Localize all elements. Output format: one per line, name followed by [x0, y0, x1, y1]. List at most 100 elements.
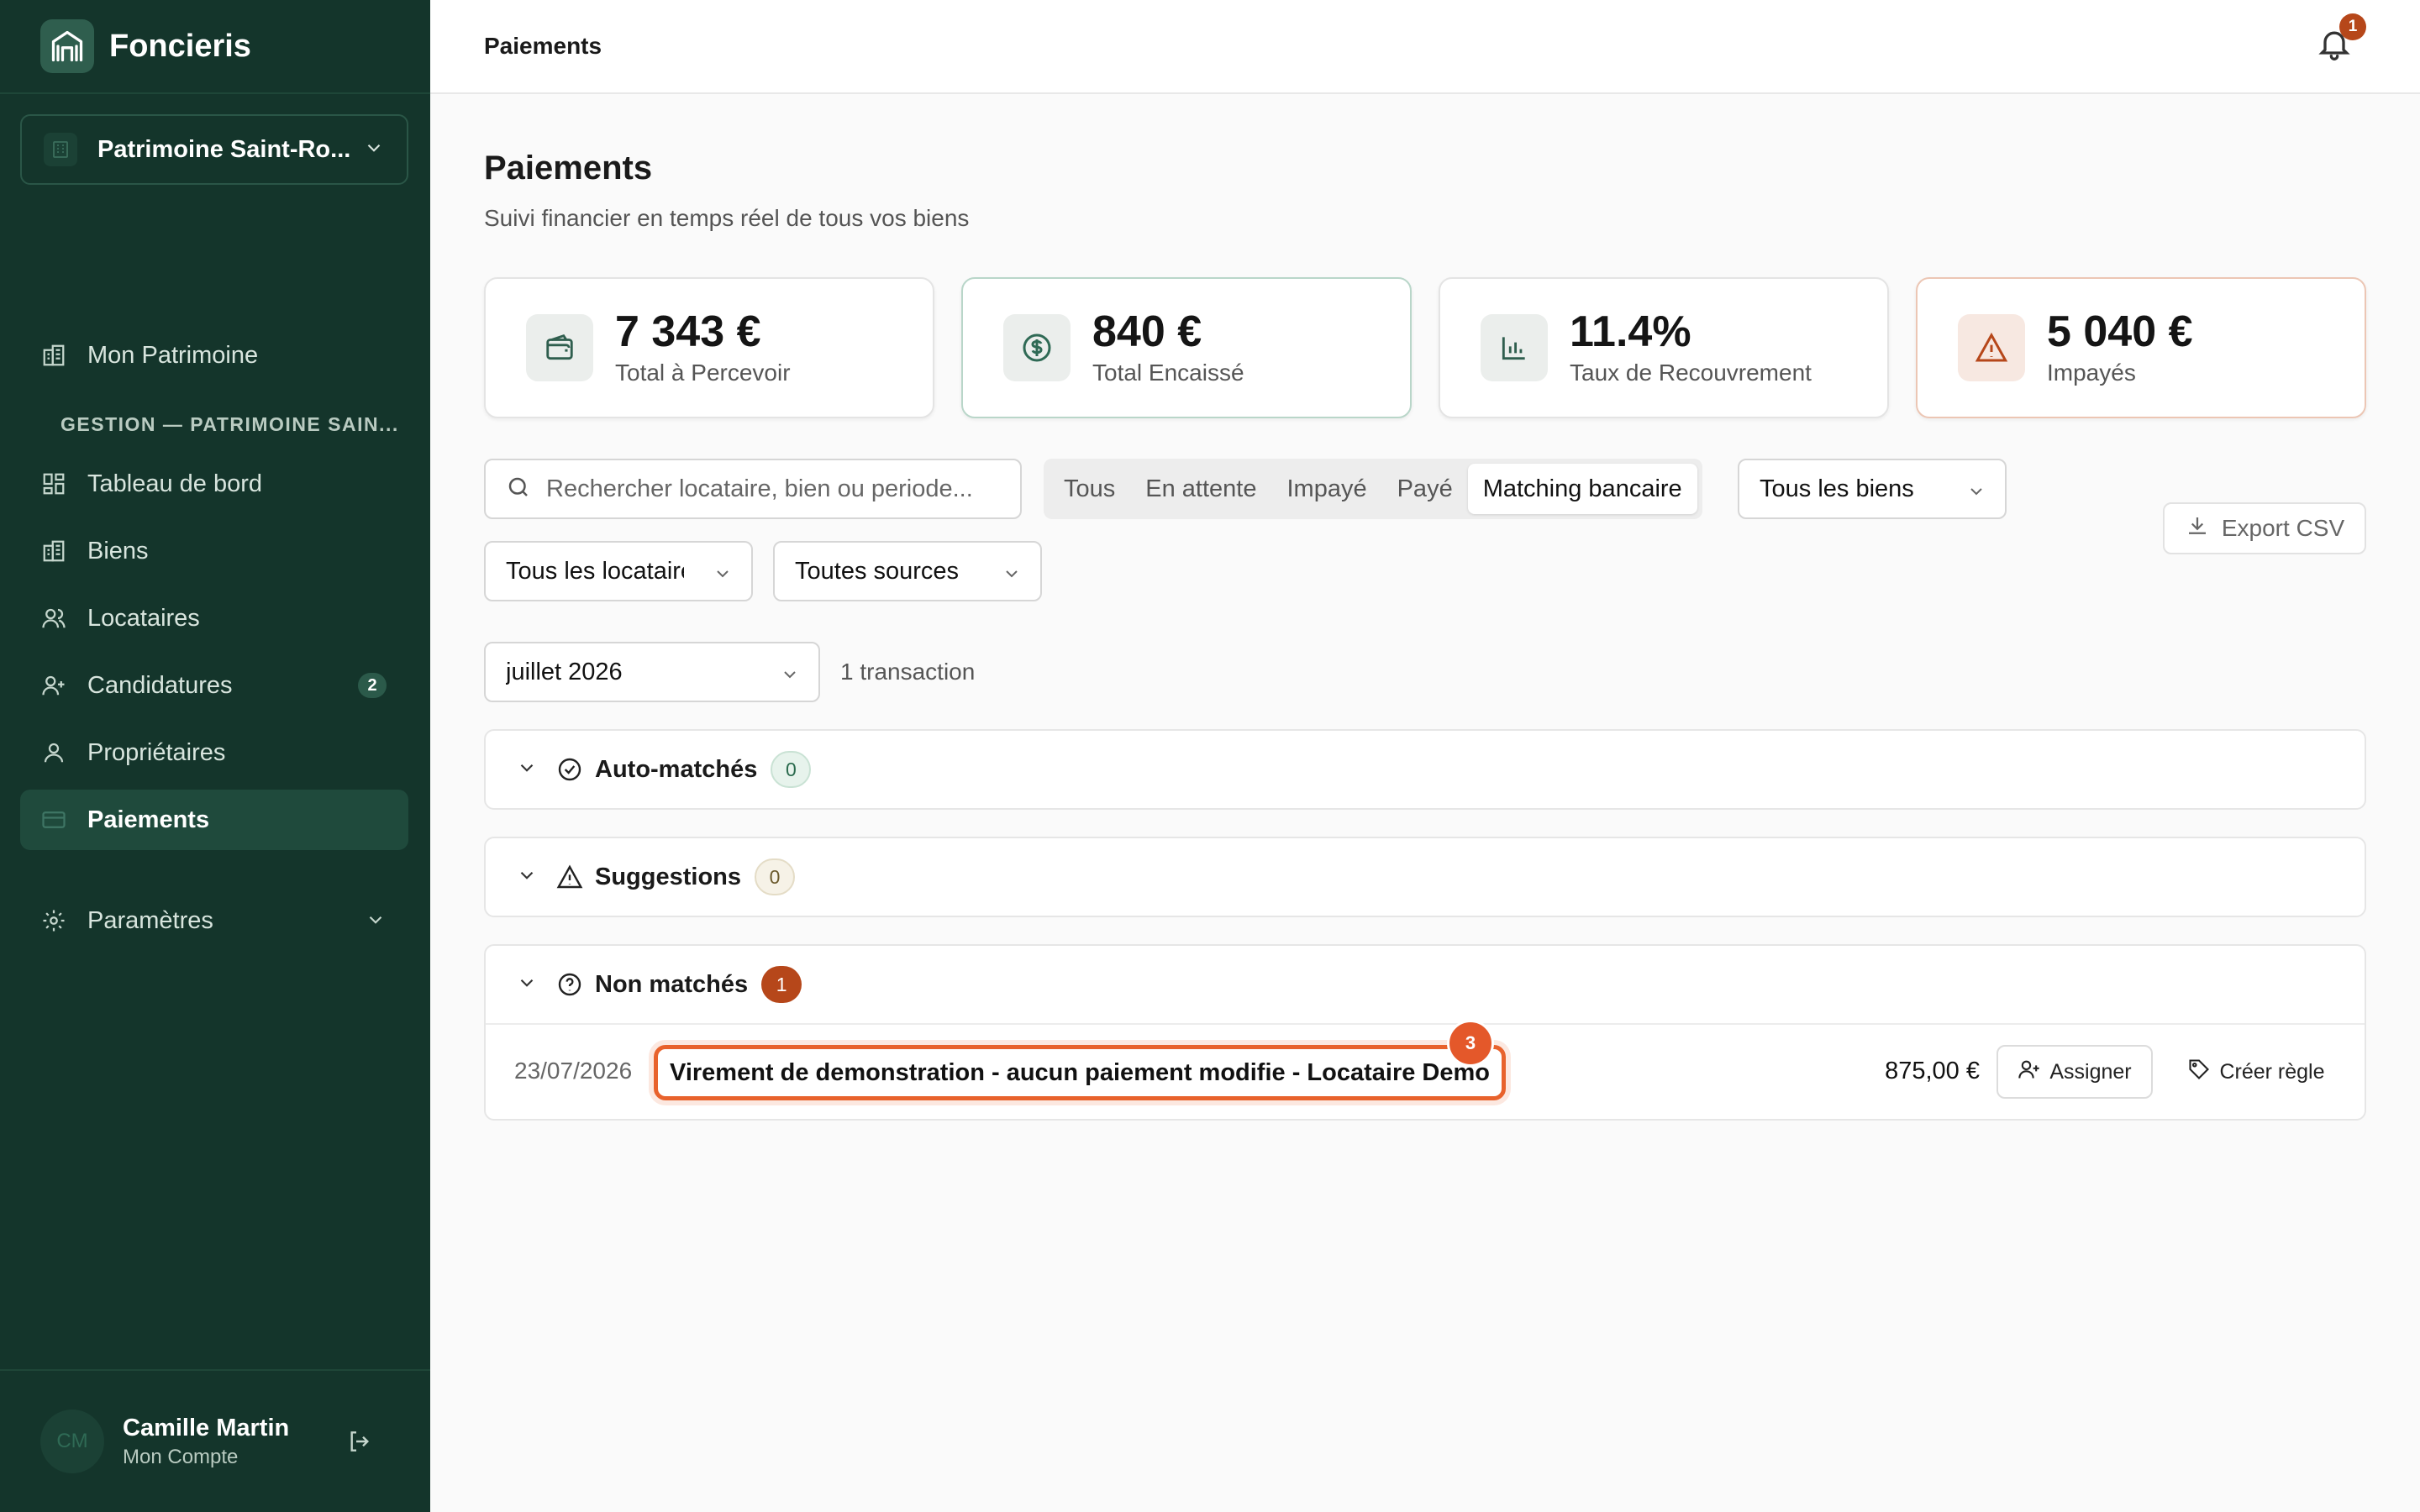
user-plus-icon	[2018, 1058, 2041, 1087]
transaction-date: 23/07/2026	[514, 1058, 633, 1084]
sidebar-item-label: Biens	[87, 537, 149, 564]
chevron-down-icon	[1966, 480, 1986, 508]
tag-icon	[2187, 1058, 2211, 1087]
users-icon	[40, 605, 67, 632]
user-plus-icon	[40, 672, 67, 699]
sidebar-item-mon-patrimoine[interactable]: Mon Patrimoine	[20, 325, 408, 386]
bar-chart-icon	[1481, 314, 1548, 381]
table-row: 23/07/2026 Virement de demonstration - a…	[486, 1020, 2365, 1117]
biens-filter-value: Tous les biens	[1760, 475, 1914, 502]
nav-section-heading: GESTION — PATRIMOINE SAIN...	[60, 413, 399, 435]
create-rule-button[interactable]: Créer règle	[2176, 1045, 2336, 1099]
assign-button[interactable]: Assigner	[1996, 1045, 2153, 1099]
building-logo-icon	[40, 19, 94, 73]
group-suggestions: Suggestions 0	[484, 837, 2366, 917]
logout-icon[interactable]	[343, 1425, 376, 1458]
notification-count-badge: 1	[2339, 13, 2366, 40]
group-count-badge: 0	[755, 858, 796, 895]
sidebar-item-paiements[interactable]: Paiements	[20, 790, 408, 850]
dollar-circle-icon	[1003, 314, 1071, 381]
kpi-value: 840 €	[1092, 307, 1202, 356]
sidebar-item-proprietaires[interactable]: Propriétaires	[20, 722, 408, 783]
brand-name: Foncieris	[109, 28, 251, 64]
group-count-badge: 0	[771, 751, 812, 788]
month-value: juillet 2026	[506, 658, 623, 685]
warning-icon	[1958, 314, 2025, 381]
brand[interactable]: Foncieris	[0, 0, 430, 94]
organization-selector[interactable]: Patrimoine Saint-Ro...	[20, 114, 408, 185]
sidebar-item-parametres[interactable]: Paramètres	[20, 890, 408, 951]
gear-icon	[40, 907, 67, 934]
tab-paye[interactable]: Payé	[1382, 464, 1468, 514]
biens-filter-select[interactable]: Tous les biens	[1738, 459, 2007, 519]
locataires-filter-value: Tous les locataires	[506, 557, 684, 585]
notifications-button[interactable]: 1	[2316, 13, 2366, 67]
wallet-icon	[526, 314, 593, 381]
topbar: Paiements 1	[430, 0, 2420, 94]
user-name: Camille Martin	[123, 1414, 290, 1441]
chevron-down-icon	[516, 972, 538, 998]
transaction-count: 1 transaction	[840, 659, 976, 685]
chevron-down-icon	[516, 864, 538, 890]
user-profile: CM Camille Martin Mon Compte	[0, 1369, 430, 1512]
tab-impaye[interactable]: Impayé	[1271, 464, 1381, 514]
app-root: Foncieris Patrimoine Saint-Ro... Mon Pat…	[0, 0, 2420, 1512]
warning-icon	[556, 864, 583, 890]
sidebar-item-label: Paramètres	[87, 906, 213, 934]
page-subtitle: Suivi financier en temps réel de tous vo…	[484, 205, 970, 231]
sidebar-item-label: Mon Patrimoine	[87, 341, 259, 369]
sources-filter-select[interactable]: Toutes sources	[773, 541, 1042, 601]
group-label: Non matchés	[595, 970, 749, 998]
group-header[interactable]: Auto-matchés 0	[486, 731, 2365, 808]
search-box	[484, 459, 1022, 519]
tab-tous[interactable]: Tous	[1049, 464, 1130, 514]
locataires-filter-select[interactable]: Tous les locataires	[484, 541, 753, 601]
building-icon	[44, 133, 77, 166]
building-icon	[40, 538, 67, 564]
export-csv-button[interactable]: Export CSV	[2163, 502, 2366, 554]
avatar[interactable]: CM	[40, 1410, 104, 1473]
kpi-value: 5 040 €	[2047, 307, 2193, 356]
card-icon	[40, 806, 67, 833]
tab-en-attente[interactable]: En attente	[1130, 464, 1271, 514]
tab-matching-bancaire[interactable]: Matching bancaire	[1467, 464, 1697, 514]
transaction-amount: 875,00 €	[1885, 1057, 1980, 1084]
sidebar-item-label: Paiements	[87, 806, 210, 833]
assign-label: Assigner	[2049, 1059, 2132, 1084]
chevron-down-icon	[713, 563, 733, 591]
sidebar-item-label: Propriétaires	[87, 738, 226, 766]
sidebar-item-locataires[interactable]: Locataires	[20, 588, 408, 648]
user-account-link[interactable]: Mon Compte	[123, 1446, 343, 1469]
sidebar-item-biens[interactable]: Biens	[20, 521, 408, 581]
sidebar-item-label: Candidatures	[87, 671, 233, 699]
candidatures-count-badge: 2	[358, 673, 387, 698]
status-tabs: Tous En attente Impayé Payé Matching ban…	[1044, 459, 1702, 519]
page-title: Paiements	[484, 150, 653, 186]
chevron-down-icon	[365, 909, 387, 937]
chevron-down-icon	[780, 664, 800, 691]
kpi-taux-de-recouvrement: 11.4% Taux de Recouvrement	[1439, 277, 1889, 418]
transaction-description[interactable]: Virement de demonstration - aucun paieme…	[654, 1045, 1506, 1100]
group-auto-matches: Auto-matchés 0	[484, 729, 2366, 810]
kpi-impayes: 5 040 € Impayés	[1916, 277, 2366, 418]
check-circle-icon	[556, 756, 583, 783]
kpi-total-encaisse: 840 € Total Encaissé	[961, 277, 1412, 418]
group-header[interactable]: Suggestions 0	[486, 838, 2365, 916]
user-info: Camille Martin Mon Compte	[123, 1415, 343, 1469]
search-icon	[506, 475, 531, 504]
kpi-label: Total Encaissé	[1092, 360, 1244, 386]
sidebar-item-candidatures[interactable]: Candidatures 2	[20, 655, 408, 716]
download-icon	[2185, 513, 2210, 544]
kpi-label: Impayés	[2047, 360, 2136, 386]
month-select[interactable]: juillet 2026	[484, 642, 820, 702]
dashboard-icon	[40, 470, 67, 497]
group-header[interactable]: Non matchés 1	[486, 946, 2365, 1023]
group-label: Suggestions	[595, 863, 742, 890]
sidebar-item-tableau-de-bord[interactable]: Tableau de bord	[20, 454, 408, 514]
chevron-down-icon	[363, 137, 385, 163]
search-input[interactable]	[546, 475, 1017, 503]
kpi-label: Taux de Recouvrement	[1570, 360, 1812, 386]
export-csv-label: Export CSV	[2221, 515, 2345, 541]
step-marker-badge: 3	[1447, 1020, 1494, 1067]
group-non-matches: Non matchés 1 23/07/2026 Virement de dem…	[484, 944, 2366, 1121]
